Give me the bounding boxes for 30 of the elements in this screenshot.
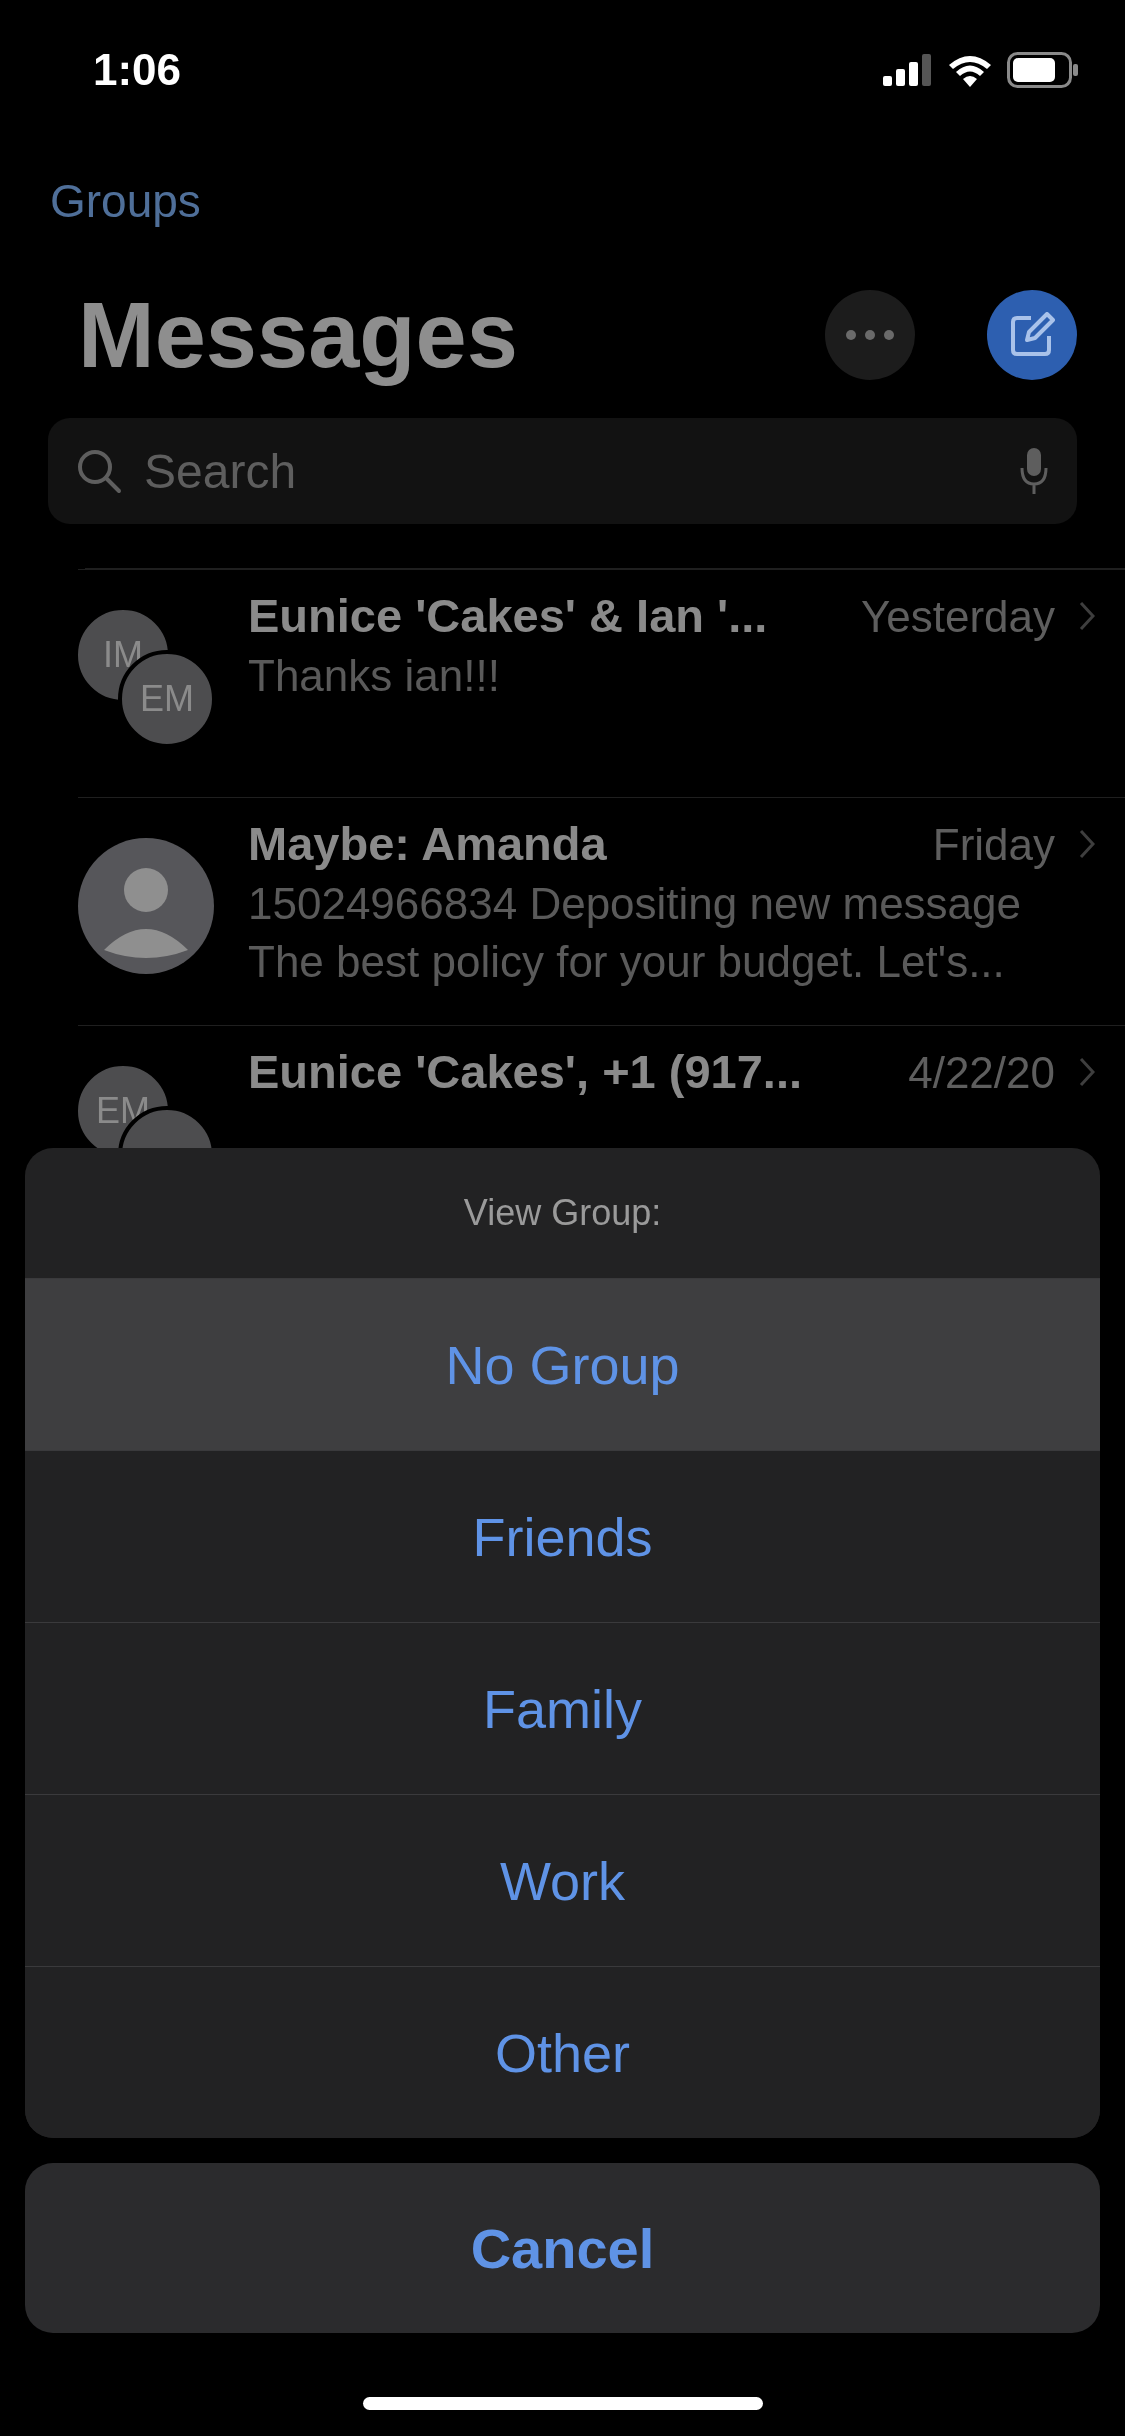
group-option[interactable]: Other bbox=[25, 1966, 1100, 2138]
search-input[interactable]: Search bbox=[142, 442, 999, 500]
signal-icon bbox=[883, 54, 933, 86]
message-preview: Thanks ian!!! bbox=[248, 651, 501, 701]
group-option[interactable]: No Group bbox=[25, 1278, 1100, 1450]
message-time: Friday bbox=[932, 820, 1055, 870]
chevron-icon bbox=[1079, 1056, 1095, 1087]
message-preview: The best policy for your budget. Let's... bbox=[248, 937, 1006, 987]
message-time: 4/22/20 bbox=[908, 1048, 1055, 1098]
compose-icon bbox=[1009, 312, 1055, 358]
message-time: Yesterday bbox=[860, 592, 1055, 642]
chevron-icon bbox=[1079, 600, 1095, 631]
wifi-icon bbox=[947, 53, 993, 87]
status-time: 1:06 bbox=[93, 45, 182, 95]
microphone-icon[interactable] bbox=[1019, 446, 1049, 496]
person-avatar-icon bbox=[78, 838, 214, 974]
back-link[interactable]: Groups bbox=[50, 174, 201, 228]
contact-name: Eunice 'Cakes' & Ian '... bbox=[248, 588, 769, 643]
contact-name: Eunice 'Cakes', +1 (917... bbox=[248, 1044, 804, 1099]
contact-name: Maybe: Amanda bbox=[248, 816, 608, 871]
page-title: Messages bbox=[78, 282, 519, 388]
battery-icon bbox=[1007, 52, 1079, 88]
search-field[interactable]: Search bbox=[48, 418, 1077, 524]
sheet-title: View Group: bbox=[463, 1192, 662, 1234]
cancel-button[interactable]: Cancel bbox=[25, 2163, 1100, 2333]
conversation-row[interactable]: Maybe: Amanda Friday 15024966834 Depositing new message The best policy for your budget. Let's... bbox=[78, 797, 1125, 1025]
ellipsis-icon bbox=[845, 329, 895, 341]
chevron-icon bbox=[1079, 828, 1095, 859]
message-preview: 15024966834 Depositing new message bbox=[248, 879, 1022, 929]
search-icon bbox=[76, 448, 122, 494]
